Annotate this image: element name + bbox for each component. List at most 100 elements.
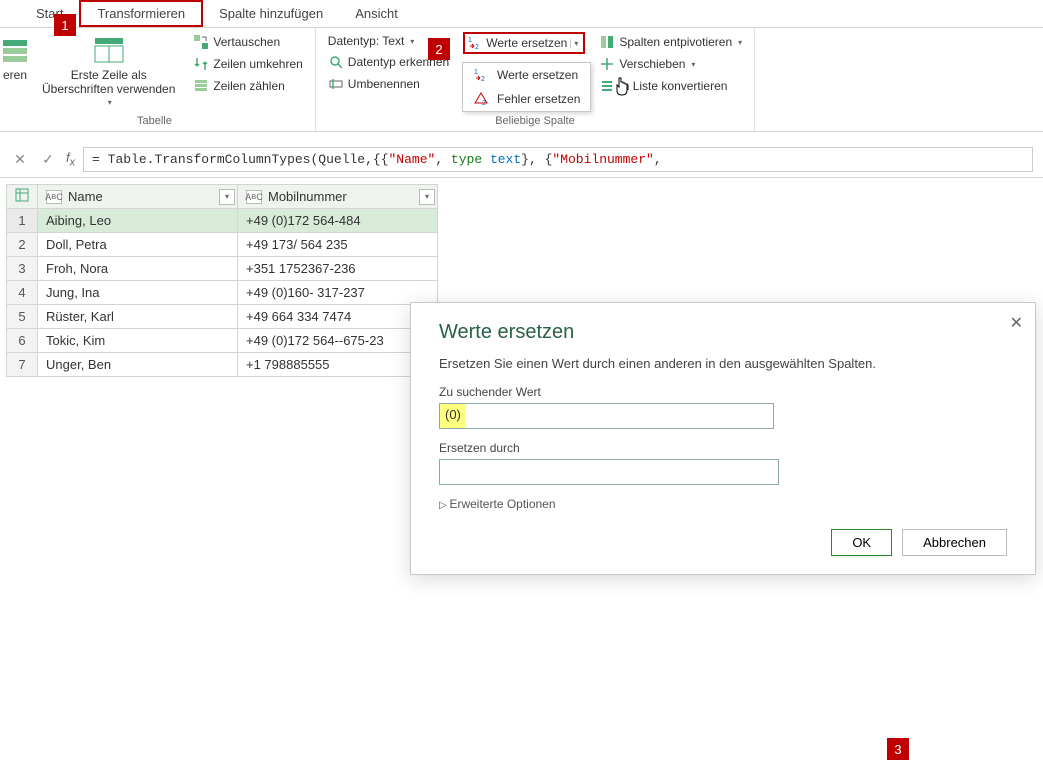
cell[interactable]: Aibing, Leo [38,209,238,233]
detect-icon [328,54,344,70]
group-by-button[interactable]: eren [2,32,28,84]
cell[interactable]: +49 (0)172 564--675-23 [238,329,438,353]
dropdown-item-replace-values[interactable]: 12 Werte ersetzen [463,63,590,87]
find-input[interactable] [466,403,774,429]
column-header-mobil[interactable]: ABC Mobilnummer ▾ [238,185,438,209]
reverse-label: Zeilen umkehren [213,57,302,71]
to-list-label: In Liste konvertieren [619,79,727,93]
cancel-formula-button[interactable]: ✕ [10,150,30,170]
cell[interactable]: Tokic, Kim [38,329,238,353]
tab-view[interactable]: Ansicht [339,2,414,25]
cell[interactable]: Froh, Nora [38,257,238,281]
first-row-label: Erste Zeile als Überschriften verwenden [42,68,175,96]
cell[interactable]: Jung, Ina [38,281,238,305]
col-label: Mobilnummer [268,189,347,204]
cell[interactable]: +49 (0)160- 317-237 [238,281,438,305]
cell[interactable]: +351 1752367-236 [238,257,438,281]
close-button[interactable]: ✕ [1010,313,1023,333]
table-row[interactable]: 5Rüster, Karl +49 664 334 7474 [7,305,438,329]
column-header-name[interactable]: ABCName ▾ [38,185,238,209]
dialog-title: Werte ersetzen [439,321,1007,344]
unpivot-button[interactable]: Spalten entpivotieren ▾ [595,32,746,52]
table-row[interactable]: 7Unger, Ben+1 798885555 [7,353,438,377]
cell[interactable]: Doll, Petra [38,233,238,257]
replace-values-split-button[interactable]: 12 Werte ersetzen ▾ [463,32,585,54]
filter-button[interactable]: ▾ [419,189,435,205]
cell[interactable]: Unger, Ben [38,353,238,377]
rename-button[interactable]: Umbenennen [324,74,453,94]
tab-transform[interactable]: Transformieren [79,0,203,27]
count-rows-button[interactable]: Zeilen zählen [189,76,306,96]
replace-error-icon: 2 [473,91,489,107]
truncated-label: eren [3,68,27,82]
chevron-down-icon: ▾ [108,96,112,110]
move-label: Verschieben [619,57,685,71]
table-row[interactable]: 3Froh, Nora+351 1752367-236 [7,257,438,281]
formula-string: "Name" [389,152,436,167]
table-row[interactable]: 2Doll, Petra+49 173/ 564 235 [7,233,438,257]
svg-text:1: 1 [468,37,472,44]
row-number[interactable]: 2 [7,233,38,257]
cancel-button[interactable]: Abbrechen [902,529,1007,556]
find-label: Zu suchender Wert [439,385,1007,399]
cell[interactable]: +49 173/ 564 235 [238,233,438,257]
replace-input[interactable] [439,459,779,485]
datatype-label: Datentyp: Text [328,34,405,48]
replace-values-dialog: ✕ Werte ersetzen Ersetzen Sie einen Wert… [410,302,1036,575]
formula-keyword: type [451,152,482,167]
table-row[interactable]: 6Tokic, Kim+49 (0)172 564--675-23 [7,329,438,353]
fx-icon: fx [66,150,75,169]
group-icon [0,34,31,66]
row-number[interactable]: 1 [7,209,38,233]
to-list-button[interactable]: In Liste konvertieren [595,76,746,96]
rename-label: Umbenennen [348,77,420,91]
cell[interactable]: +49 (0)172 564-484 [238,209,438,233]
ribbon-tabs: Start Transformieren Spalte hinzufügen A… [0,0,1043,28]
advanced-options-toggle[interactable]: Erweiterte Optionen [439,497,1007,511]
replace-label: Ersetzen durch [439,441,1007,455]
corner-cell[interactable] [7,185,38,209]
text-type-icon: ABC [246,190,262,204]
replace-label: Werte ersetzen [486,36,567,50]
svg-text:2: 2 [482,100,486,107]
formula-type: text [490,152,521,167]
row-number[interactable]: 4 [7,281,38,305]
callout-3: 3 [887,738,909,760]
cell[interactable]: +49 664 334 7474 [238,305,438,329]
count-label: Zeilen zählen [213,79,284,93]
cell[interactable]: Rüster, Karl [38,305,238,329]
reverse-rows-button[interactable]: Zeilen umkehren [189,54,306,74]
chevron-down-icon: ▾ [691,60,695,69]
row-number[interactable]: 5 [7,305,38,329]
ok-button[interactable]: OK [831,529,892,556]
dropdown-item-replace-errors[interactable]: 2 Fehler ersetzen [463,87,590,111]
table-header-icon [93,34,125,66]
dropdown-label: Fehler ersetzen [497,92,580,106]
callout-2: 2 [428,38,450,60]
replace-icon: 12 [467,35,483,51]
replace-icon: 12 [473,67,489,83]
replace-values-dropdown: 12 Werte ersetzen 2 Fehler ersetzen [462,62,591,112]
reverse-icon [193,56,209,72]
row-number[interactable]: 3 [7,257,38,281]
transpose-button[interactable]: Vertauschen [189,32,306,52]
row-number[interactable]: 7 [7,353,38,377]
table-row[interactable]: 1Aibing, Leo +49 (0)172 564-484 [7,209,438,233]
formula-bar: ✕ ✓ fx = Table.TransformColumnTypes(Quel… [0,142,1043,178]
use-first-row-headers-button[interactable]: Erste Zeile als Überschriften verwenden … [38,32,179,112]
tab-add-column[interactable]: Spalte hinzufügen [203,2,339,25]
formula-input[interactable]: = Table.TransformColumnTypes(Quelle,{{"N… [83,147,1033,172]
row-number[interactable]: 6 [7,329,38,353]
move-button[interactable]: Verschieben ▾ [595,54,746,74]
table-row[interactable]: 4Jung, Ina+49 (0)160- 317-237 [7,281,438,305]
confirm-formula-button[interactable]: ✓ [38,150,58,170]
formula-text: = Table.TransformColumnTypes(Quelle,{{ [92,152,388,167]
text-type-icon: ABC [46,190,62,204]
cell[interactable]: +1 798885555 [238,353,438,377]
dialog-description: Ersetzen Sie einen Wert durch einen ande… [439,356,1007,371]
svg-text:1: 1 [474,69,478,76]
count-icon [193,78,209,94]
chevron-down-icon[interactable]: ▾ [570,39,581,48]
dropdown-label: Werte ersetzen [497,68,578,82]
filter-button[interactable]: ▾ [219,189,235,205]
